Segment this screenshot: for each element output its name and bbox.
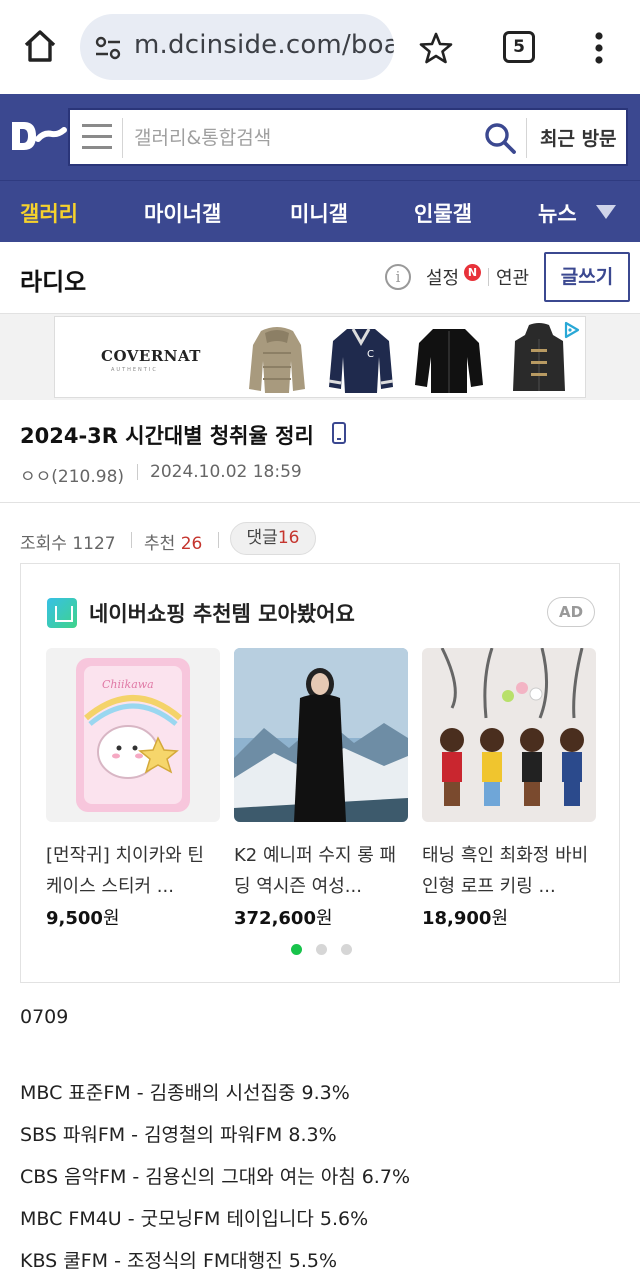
naver-shopping-ad: 네이버쇼핑 추천템 모아봤어요 AD Chiikawa [먼작귀] 치이카와 틴…	[20, 563, 620, 983]
nav-expand-icon[interactable]	[596, 205, 616, 219]
address-bar[interactable]: m.dcinside.com/boar	[80, 14, 394, 80]
carousel-pagination	[291, 944, 361, 956]
product-image	[234, 648, 408, 822]
home-icon[interactable]	[20, 26, 60, 66]
url-text: m.dcinside.com/boar	[134, 30, 394, 60]
recent-visits-button[interactable]: 최근 방문	[540, 124, 617, 151]
product-image: Chiikawa	[46, 648, 220, 822]
new-badge: N	[464, 264, 481, 281]
gallery-title[interactable]: 라디오	[20, 262, 86, 297]
info-icon[interactable]: i	[385, 264, 411, 290]
mobile-post-icon	[332, 422, 346, 444]
product-name: [먼작귀] 치이카와 틴케이스 스티커 ...	[46, 845, 204, 897]
product-card[interactable]: 태닝 흑인 최화정 바비 인형 로프 키링 ... 18,900원	[422, 648, 596, 930]
banner-brand: COVERNAT	[101, 347, 201, 365]
post-content: 0709 MBC 표준FM - 김종배의 시선집중 9.3% SBS 파워FM …	[20, 996, 620, 1280]
tab-switcher-button[interactable]: 5	[503, 31, 535, 63]
banner-brand-sub: AUTHENTIC	[111, 367, 158, 373]
settings-link[interactable]: 설정	[426, 264, 459, 290]
browser-toolbar: m.dcinside.com/boar 5	[0, 0, 640, 94]
post-title: 2024-3R 시간대별 청취율 정리	[20, 424, 314, 448]
divider	[137, 464, 138, 480]
divider	[488, 268, 489, 286]
more-vertical-icon[interactable]	[586, 30, 612, 66]
svg-text:Chiikawa: Chiikawa	[102, 678, 154, 691]
dcinside-logo-icon[interactable]	[8, 112, 68, 158]
divider	[218, 532, 219, 548]
product-image	[422, 648, 596, 822]
product-price: 18,900원	[422, 908, 509, 929]
carousel-dot[interactable]	[316, 944, 327, 955]
search-icon[interactable]	[482, 120, 518, 156]
post-date: 2024.10.02 18:59	[150, 462, 302, 482]
divider	[526, 118, 527, 158]
product-price: 372,600원	[234, 908, 333, 929]
post-author[interactable]: ㅇㅇ(210.98)	[20, 462, 124, 487]
ad-card-title: 네이버쇼핑 추천템 모아봤어요	[89, 602, 355, 626]
search-input[interactable]	[134, 124, 464, 152]
product-price: 9,500원	[46, 908, 120, 929]
nav-news[interactable]: 뉴스	[538, 198, 577, 228]
banner-ad-area: COVERNAT AUTHENTIC C	[0, 314, 640, 400]
divider	[122, 118, 123, 158]
carousel-dot[interactable]	[291, 944, 302, 955]
post-header: 2024-3R 시간대별 청취율 정리 ㅇㅇ(210.98) 2024.10.0…	[0, 400, 640, 503]
divider	[131, 532, 132, 548]
nav-gallery[interactable]: 갤러리	[20, 198, 78, 228]
fleece-jacket-image	[415, 329, 483, 393]
content-blank-line	[20, 1038, 620, 1072]
content-line: MBC FM4U - 굿모닝FM 테이입니다 5.6%	[20, 1208, 369, 1230]
recommend-count: 추천 26	[144, 534, 203, 554]
main-nav: 갤러리 마이너갤 미니갤 인물갤 뉴스	[0, 180, 640, 242]
site-settings-icon[interactable]	[94, 34, 122, 62]
product-name: 태닝 흑인 최화정 바비 인형 로프 키링 ...	[422, 845, 589, 897]
content-line: CBS 음악FM - 김용신의 그대와 여는 아침 6.7%	[20, 1166, 410, 1188]
carousel-dot[interactable]	[341, 944, 352, 955]
nav-mini-gallery[interactable]: 미니갤	[290, 198, 348, 228]
ad-choices-icon[interactable]	[563, 321, 581, 339]
menu-hamburger-icon[interactable]	[82, 124, 112, 150]
nav-person-gallery[interactable]: 인물갤	[414, 198, 472, 228]
product-card[interactable]: Chiikawa [먼작귀] 치이카와 틴케이스 스티커 ... 9,500원	[46, 648, 220, 930]
bookmark-star-icon[interactable]	[418, 30, 454, 66]
product-card[interactable]: K2 예니퍼 수지 롱 패딩 역시즌 여성... 372,600원	[234, 648, 408, 930]
naver-shopping-icon	[47, 598, 77, 628]
varsity-jacket-image: C	[328, 328, 394, 393]
puffer-jacket-image	[249, 327, 305, 393]
svg-text:C: C	[367, 349, 374, 360]
view-count: 조회수 1127	[20, 534, 116, 554]
banner-ad[interactable]: COVERNAT AUTHENTIC C	[54, 316, 586, 398]
related-link[interactable]: 연관	[496, 264, 529, 290]
post-stats: 조회수 1127 추천 26 댓글16	[0, 503, 640, 559]
search-box: 최근 방문	[68, 108, 628, 166]
content-line: MBC 표준FM - 김종배의 시선집중 9.3%	[20, 1082, 350, 1104]
write-post-button[interactable]: 글쓰기	[544, 252, 630, 302]
product-name: K2 예니퍼 수지 롱 패딩 역시즌 여성...	[234, 845, 397, 897]
content-line: SBS 파워FM - 김영철의 파워FM 8.3%	[20, 1124, 337, 1146]
comments-button[interactable]: 댓글16	[230, 522, 316, 555]
content-line: KBS 쿨FM - 조정식의 FM대행진 5.5%	[20, 1250, 338, 1272]
ad-badge[interactable]: AD	[547, 597, 595, 627]
site-header: 최근 방문	[0, 94, 640, 180]
nav-minor-gallery[interactable]: 마이너갤	[144, 198, 221, 228]
gallery-bar: 라디오 i 설정 N 연관 글쓰기	[0, 242, 640, 314]
content-line: 0709	[20, 1006, 69, 1028]
